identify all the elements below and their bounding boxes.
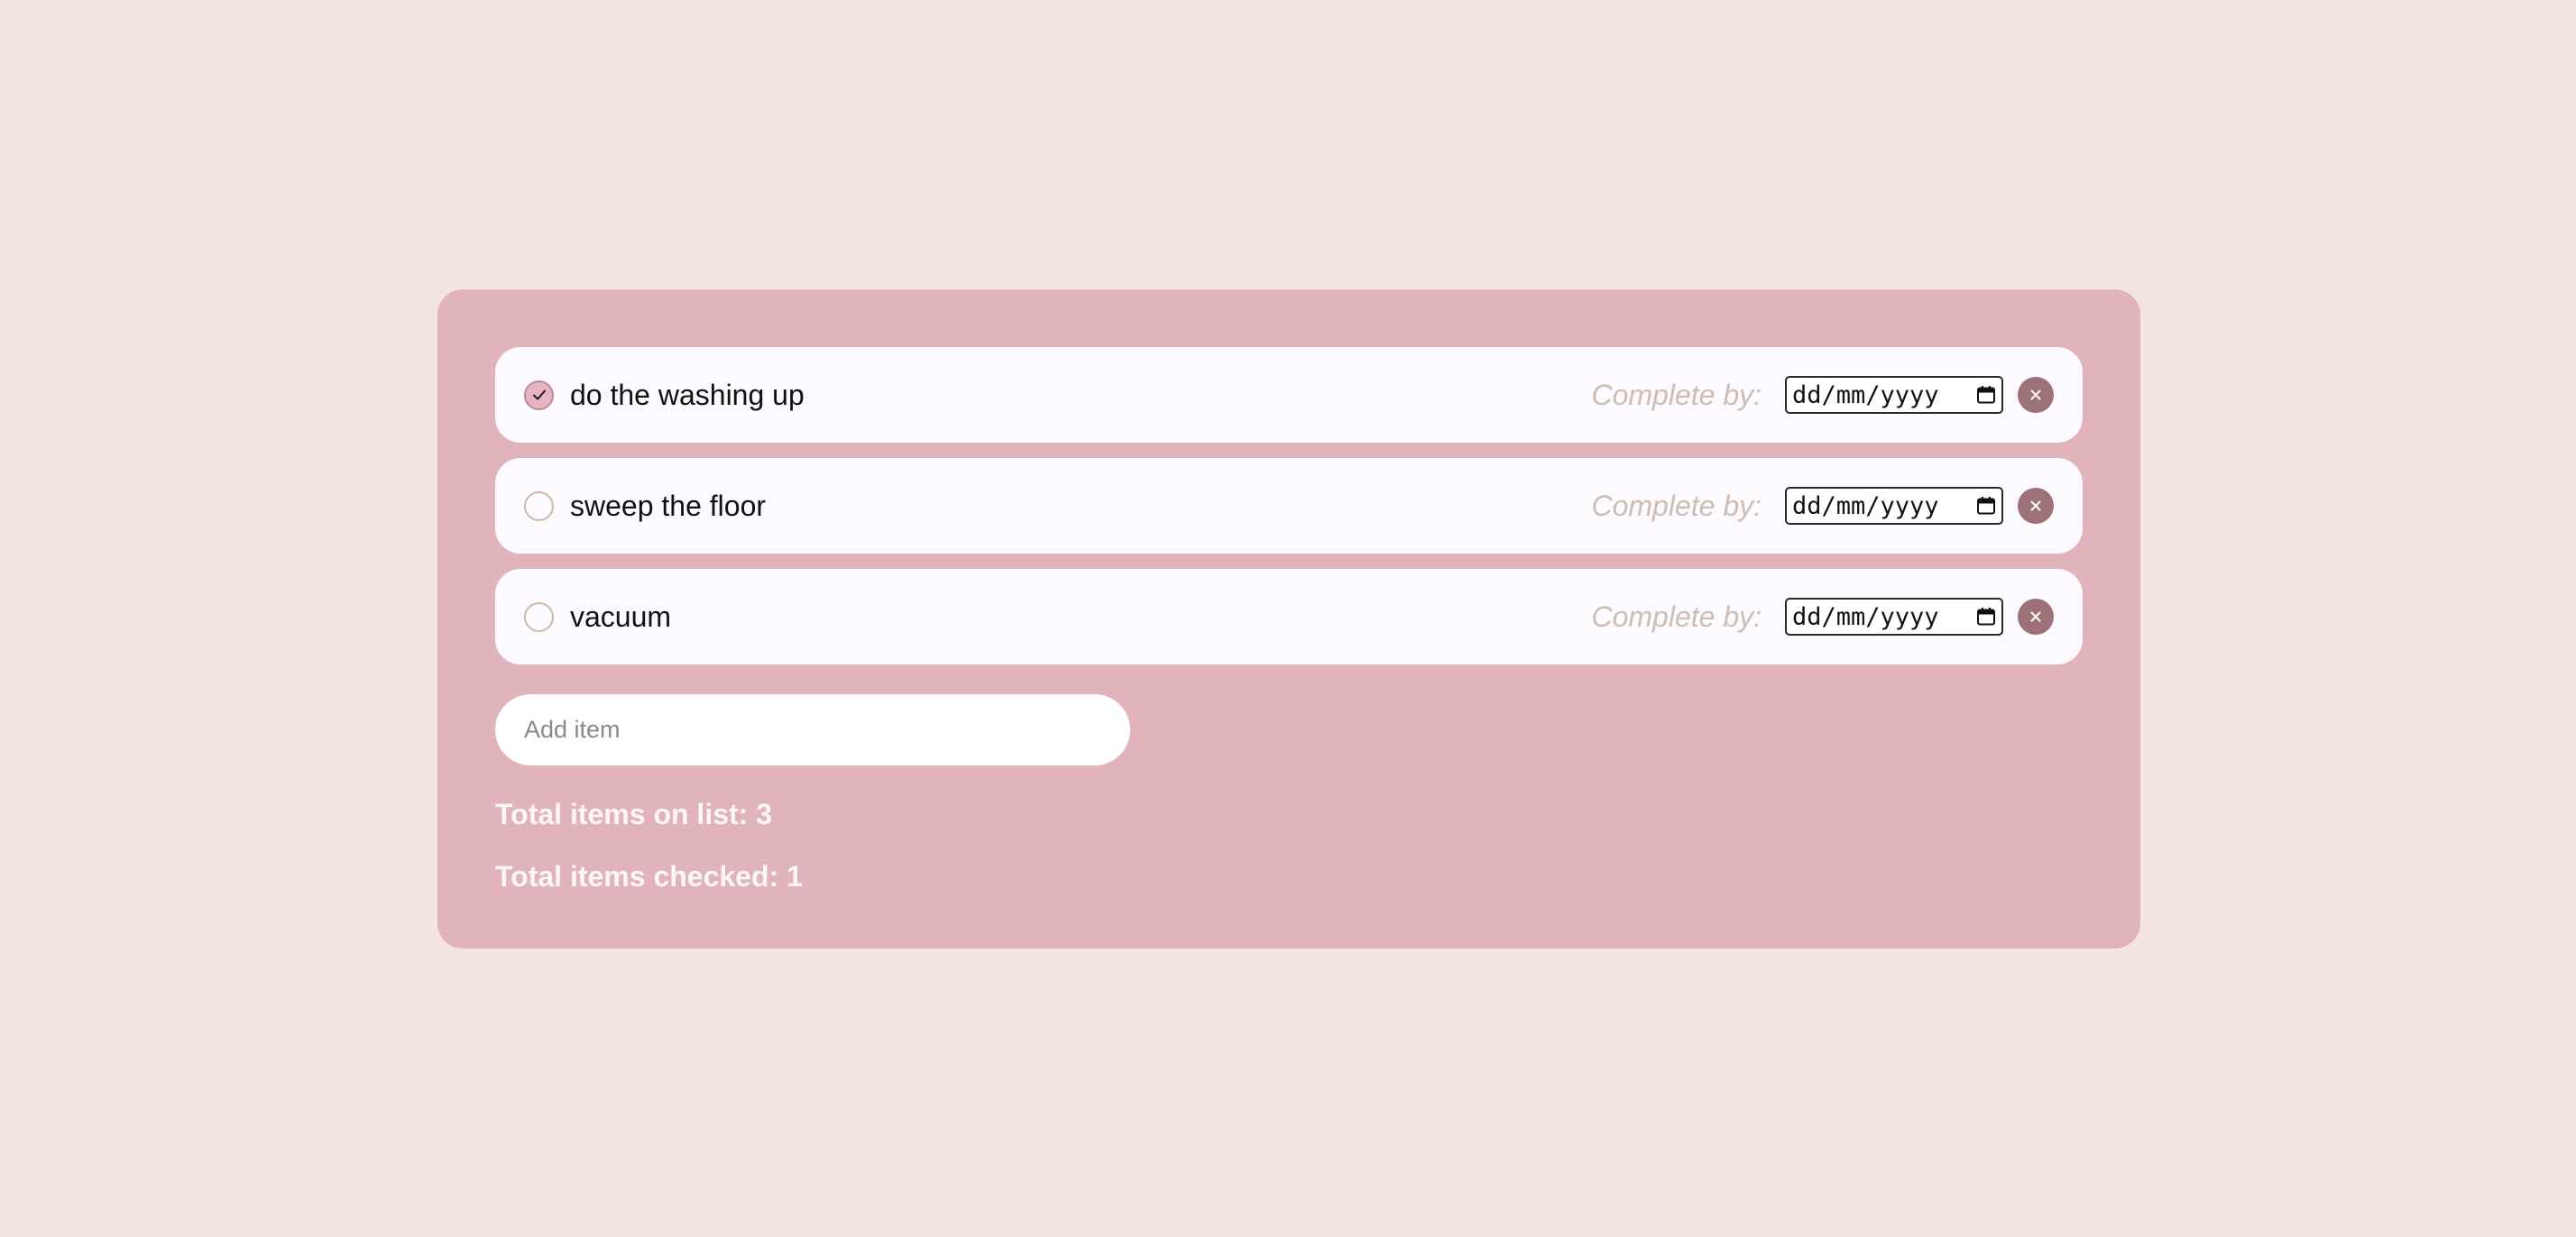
calendar-icon[interactable]	[1976, 496, 1996, 516]
date-placeholder: dd/mm/yyyy	[1792, 491, 1939, 520]
list-item: sweep the floor Complete by: dd/mm/yyyy	[495, 458, 2083, 554]
list-item: do the washing up Complete by: dd/mm/yyy…	[495, 347, 2083, 443]
remove-item-button[interactable]	[2018, 599, 2054, 635]
close-icon	[2030, 389, 2041, 400]
total-checked-count: Total items checked: 1	[495, 860, 803, 893]
add-item-input[interactable]	[495, 694, 1130, 765]
calendar-icon[interactable]	[1976, 385, 1996, 405]
remove-item-button[interactable]	[2018, 488, 2054, 524]
item-label: sweep the floor	[570, 489, 767, 522]
complete-by-label: Complete by:	[1591, 489, 1762, 522]
item-checkbox[interactable]	[524, 490, 554, 521]
todo-card: do the washing up Complete by: dd/mm/yyy…	[437, 289, 2140, 948]
date-input[interactable]: dd/mm/yyyy	[1785, 376, 2003, 414]
todo-list: do the washing up Complete by: dd/mm/yyy…	[495, 347, 2083, 664]
date-input[interactable]: dd/mm/yyyy	[1785, 598, 2003, 636]
page: do the washing up Complete by: dd/mm/yyy…	[0, 0, 2576, 1237]
complete-by-label: Complete by:	[1591, 600, 1762, 633]
complete-by-label: Complete by:	[1591, 378, 1762, 411]
item-checkbox[interactable]	[524, 601, 554, 632]
item-label: vacuum	[570, 600, 672, 633]
date-placeholder: dd/mm/yyyy	[1792, 380, 1939, 409]
close-icon	[2030, 500, 2041, 511]
total-items-count: Total items on list: 3	[495, 798, 772, 830]
calendar-icon[interactable]	[1976, 607, 1996, 627]
close-icon	[2030, 611, 2041, 622]
list-item: vacuum Complete by: dd/mm/yyyy	[495, 569, 2083, 664]
item-label: do the washing up	[570, 378, 805, 411]
remove-item-button[interactable]	[2018, 377, 2054, 413]
date-input[interactable]: dd/mm/yyyy	[1785, 487, 2003, 525]
item-checkbox[interactable]	[524, 380, 554, 410]
date-placeholder: dd/mm/yyyy	[1792, 602, 1939, 631]
checkmark-icon	[532, 389, 546, 400]
